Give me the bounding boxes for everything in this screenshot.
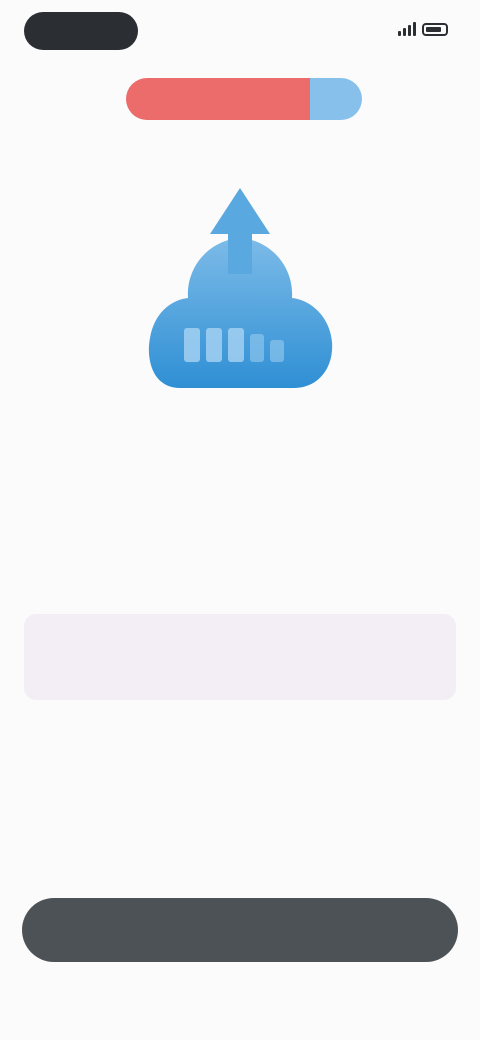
signal-icon xyxy=(398,22,416,36)
cloud-upload-icon xyxy=(148,188,333,388)
status-indicators xyxy=(398,22,448,36)
primary-action-button[interactable] xyxy=(22,898,458,962)
status-bar xyxy=(0,0,480,64)
brand-banner xyxy=(126,78,362,120)
stat-item xyxy=(92,506,188,516)
info-card[interactable] xyxy=(24,614,456,700)
stat-item xyxy=(192,506,288,516)
brand-name xyxy=(126,78,310,120)
stats-row xyxy=(92,506,388,516)
dynamic-island xyxy=(24,12,138,50)
stat-item xyxy=(292,506,388,516)
brand-badge xyxy=(310,78,362,120)
battery-icon xyxy=(422,22,448,36)
